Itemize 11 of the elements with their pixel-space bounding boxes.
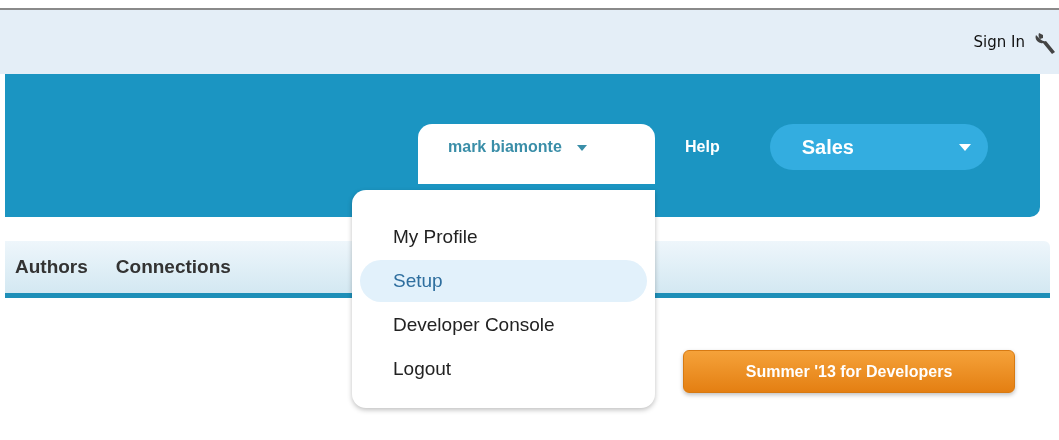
- menu-item[interactable]: My Profile: [360, 216, 647, 258]
- user-menu-tab[interactable]: mark biamonte: [418, 124, 655, 184]
- nav-tab[interactable]: Authors: [15, 256, 88, 278]
- menu-item[interactable]: Setup: [360, 260, 647, 302]
- menu-item[interactable]: Logout: [360, 348, 647, 390]
- nav-tab[interactable]: Connections: [115, 256, 231, 278]
- caret-icon: [957, 142, 972, 152]
- sign-in-link[interactable]: Sign In: [973, 33, 1025, 51]
- menu-item[interactable]: Developer Console: [360, 304, 647, 346]
- wrench-icon[interactable]: [1035, 30, 1057, 54]
- caret-icon: [575, 144, 588, 152]
